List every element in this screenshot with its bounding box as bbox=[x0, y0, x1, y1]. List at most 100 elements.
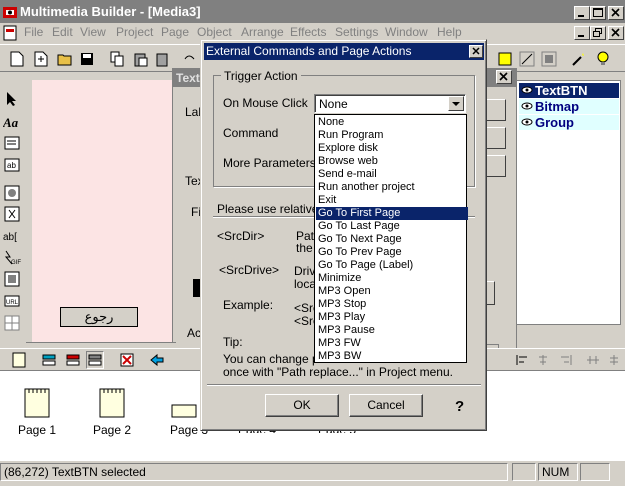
film-tool[interactable] bbox=[3, 270, 21, 288]
label-tool[interactable]: ab[ bbox=[3, 227, 21, 245]
copy-button[interactable] bbox=[108, 50, 126, 68]
help-question-icon[interactable]: ? bbox=[455, 398, 464, 415]
dropdown-option[interactable]: Minimize bbox=[316, 272, 468, 285]
page-props-button[interactable] bbox=[10, 351, 28, 369]
grid-tool[interactable] bbox=[3, 314, 21, 332]
menu-file[interactable]: File bbox=[24, 24, 43, 40]
menu-project[interactable]: Project bbox=[116, 24, 153, 40]
cancel-button[interactable]: Cancel bbox=[349, 394, 423, 417]
align-button-1[interactable] bbox=[514, 351, 532, 369]
svg-text:Aa: Aa bbox=[3, 115, 19, 129]
ok-button[interactable]: OK bbox=[265, 394, 339, 417]
maximize-button[interactable] bbox=[590, 6, 606, 20]
url-icon: URL bbox=[4, 295, 20, 307]
layer-button-1[interactable] bbox=[40, 351, 58, 369]
button-tool[interactable]: ab bbox=[3, 156, 21, 174]
dropdown-option[interactable]: Run another project bbox=[316, 181, 468, 194]
dropdown-arrow-button[interactable] bbox=[448, 96, 464, 111]
layer-button-3[interactable] bbox=[86, 351, 104, 369]
app-icon[interactable] bbox=[2, 4, 18, 20]
align-button-2[interactable] bbox=[534, 351, 552, 369]
tip-button[interactable] bbox=[594, 50, 612, 68]
return-button[interactable]: رجوع bbox=[60, 307, 138, 327]
menu-help[interactable]: Help bbox=[437, 24, 462, 40]
action-dropdown-list[interactable]: None Run Program Explore disk Browse web Sen… bbox=[314, 114, 468, 363]
dropdown-option[interactable]: Run Program bbox=[316, 129, 468, 142]
layers-icon bbox=[42, 354, 56, 366]
menu-settings[interactable]: Settings bbox=[335, 24, 378, 40]
menu-edit[interactable]: Edit bbox=[52, 24, 73, 40]
dropdown-option[interactable]: Exit bbox=[316, 194, 468, 207]
menu-view[interactable]: View bbox=[80, 24, 106, 40]
page-thumb-1[interactable]: Page 1 bbox=[7, 385, 67, 445]
undo-button[interactable] bbox=[180, 50, 198, 68]
prev-page-button[interactable] bbox=[148, 351, 166, 369]
menu-arrange[interactable]: Arrange bbox=[241, 24, 284, 40]
dropdown-option[interactable]: MP3 Pause bbox=[316, 324, 468, 337]
dropdown-option[interactable]: Go To Prev Page bbox=[316, 246, 468, 259]
save-button[interactable] bbox=[78, 50, 96, 68]
magic-wand-button[interactable] bbox=[570, 50, 588, 68]
dropdown-option[interactable]: Explore disk bbox=[316, 142, 468, 155]
undo-icon bbox=[184, 55, 195, 60]
align-button-5[interactable] bbox=[606, 351, 624, 369]
new-document-button[interactable] bbox=[8, 50, 26, 68]
highlight-icon bbox=[498, 52, 512, 66]
text-properties-close-button[interactable] bbox=[496, 70, 512, 84]
child-restore-button[interactable] bbox=[590, 26, 606, 40]
open-button[interactable] bbox=[56, 50, 74, 68]
mask-tool[interactable] bbox=[3, 205, 21, 223]
tip-line-1: You can change p bbox=[223, 352, 319, 366]
dropdown-option[interactable]: Go To Last Page bbox=[316, 220, 468, 233]
menu-effects[interactable]: Effects bbox=[290, 24, 326, 40]
align-button-3[interactable] bbox=[556, 351, 574, 369]
doc-icon[interactable] bbox=[2, 25, 18, 41]
tree-item-label: Group bbox=[535, 115, 574, 130]
dropdown-option[interactable]: MP3 Stop bbox=[316, 298, 468, 311]
bitmap-button-tool[interactable] bbox=[3, 184, 21, 202]
dropdown-option[interactable]: Send e-mail bbox=[316, 168, 468, 181]
menu-page[interactable]: Page bbox=[161, 24, 189, 40]
grid-icon bbox=[4, 315, 20, 331]
ab-label-icon: ab[ bbox=[3, 232, 17, 243]
dropdown-option[interactable]: MP3 FW bbox=[316, 337, 468, 350]
paste-button[interactable] bbox=[132, 50, 150, 68]
child-close-button[interactable] bbox=[608, 26, 624, 40]
textbox-tool[interactable] bbox=[3, 134, 21, 152]
fill-tool-button[interactable] bbox=[540, 50, 558, 68]
tree-item-group[interactable]: Group bbox=[519, 115, 619, 130]
dialog-close-button[interactable] bbox=[469, 45, 483, 58]
dropdown-option[interactable]: Go To Page (Label) bbox=[316, 259, 468, 272]
tree-item-bitmap[interactable]: Bitmap bbox=[519, 99, 619, 114]
child-minimize-button[interactable] bbox=[574, 26, 590, 40]
align-button-4[interactable] bbox=[584, 351, 602, 369]
new-page-button[interactable] bbox=[32, 50, 50, 68]
menu-object[interactable]: Object bbox=[197, 24, 232, 40]
menu-window[interactable]: Window bbox=[385, 24, 428, 40]
line-tool-button[interactable] bbox=[518, 50, 536, 68]
dropdown-option[interactable]: MP3 BW bbox=[316, 350, 468, 363]
delete-page-button[interactable] bbox=[118, 351, 136, 369]
app-title-bar[interactable]: Multimedia Builder - [Media3] bbox=[0, 0, 625, 23]
dropdown-option[interactable]: None bbox=[316, 116, 468, 129]
layer-button-2[interactable] bbox=[64, 351, 82, 369]
url-tool[interactable]: URL bbox=[3, 292, 21, 310]
dropdown-option[interactable]: Go To First Page bbox=[316, 207, 468, 220]
close-button[interactable] bbox=[608, 6, 624, 20]
dropdown-option[interactable]: Browse web bbox=[316, 155, 468, 168]
minimize-button[interactable] bbox=[574, 6, 590, 20]
dropdown-option[interactable]: MP3 Play bbox=[316, 311, 468, 324]
dropdown-option[interactable]: MP3 Open bbox=[316, 285, 468, 298]
page-thumb-2[interactable]: Page 2 bbox=[82, 385, 142, 445]
gif-tool[interactable]: GIF bbox=[3, 248, 21, 266]
text-tool[interactable]: Aa bbox=[3, 113, 21, 131]
dropdown-option[interactable]: Go To Next Page bbox=[316, 233, 468, 246]
dialog-title: External Commands and Page Actions bbox=[206, 44, 412, 58]
paste2-button[interactable] bbox=[154, 50, 172, 68]
select-tool[interactable] bbox=[3, 90, 21, 108]
page-canvas[interactable]: رجوع bbox=[32, 80, 172, 342]
tree-item-textbtn[interactable]: TextBTN bbox=[519, 83, 619, 98]
dialog-title-bar[interactable]: External Commands and Page Actions bbox=[204, 43, 484, 60]
highlight-button[interactable] bbox=[496, 50, 514, 68]
on-mouse-click-select[interactable]: None bbox=[314, 94, 466, 113]
